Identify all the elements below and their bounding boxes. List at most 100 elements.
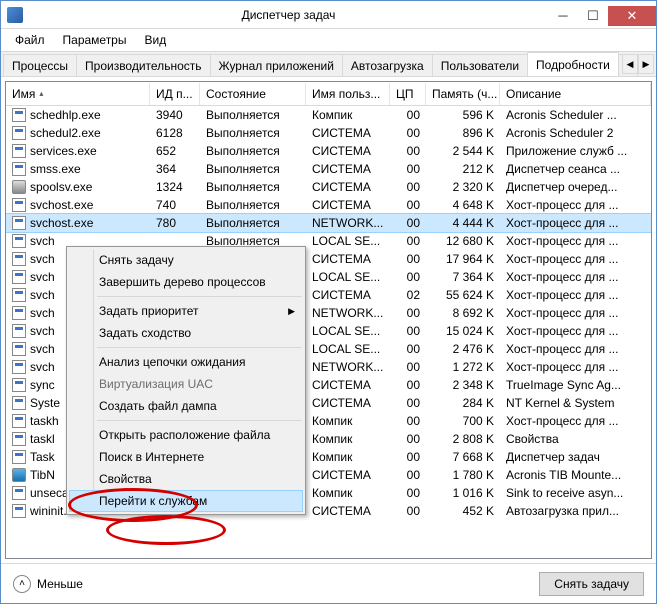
window-buttons: ─ ☐ ✕ (548, 4, 656, 26)
table-row[interactable]: svchost.exe780ВыполняетсяNETWORK...004 4… (6, 214, 651, 232)
cell-mem: 284 K (426, 395, 500, 411)
process-icon (12, 144, 26, 158)
table-row[interactable]: schedhlp.exe3940ВыполняетсяКомпик00596 K… (6, 106, 651, 124)
cell-user: NETWORK... (306, 305, 390, 321)
col-mem[interactable]: Память (ч... (426, 83, 500, 105)
cell-cpu: 00 (390, 449, 426, 465)
tab-processes[interactable]: Процессы (3, 54, 77, 76)
cell-mem: 896 K (426, 125, 500, 141)
table-row[interactable]: spoolsv.exe1324ВыполняетсяСИСТЕМА002 320… (6, 178, 651, 196)
cell-cpu: 00 (390, 503, 426, 519)
cell-desc: Диспетчер очеред... (500, 179, 651, 195)
tab-startup[interactable]: Автозагрузка (342, 54, 433, 76)
menu-file[interactable]: Файл (7, 31, 53, 49)
col-cpu[interactable]: ЦП (390, 83, 426, 105)
cell-user: СИСТЕМА (306, 377, 390, 393)
process-icon (12, 360, 26, 374)
cell-user: СИСТЕМА (306, 143, 390, 159)
cell-status: Выполняется (200, 215, 306, 231)
process-icon (12, 324, 26, 338)
maximize-button[interactable]: ☐ (578, 6, 608, 26)
process-icon (12, 306, 26, 320)
col-name[interactable]: Имя▴ (6, 83, 150, 105)
cell-cpu: 00 (390, 467, 426, 483)
cell-desc: Хост-процесс для ... (500, 269, 651, 285)
ctx-affinity[interactable]: Задать сходство (69, 322, 303, 344)
cell-cpu: 00 (390, 413, 426, 429)
cell-desc: Acronis Scheduler 2 (500, 125, 651, 141)
ctx-open-location[interactable]: Открыть расположение файла (69, 424, 303, 446)
table-row[interactable]: smss.exe364ВыполняетсяСИСТЕМА00212 KДисп… (6, 160, 651, 178)
cell-desc: Хост-процесс для ... (500, 251, 651, 267)
menu-params[interactable]: Параметры (55, 31, 135, 49)
cell-mem: 4 648 K (426, 197, 500, 213)
menu-sep (97, 420, 302, 421)
ctx-end-task[interactable]: Снять задачу (69, 249, 303, 271)
tab-details[interactable]: Подробности (527, 52, 619, 76)
process-icon (12, 342, 26, 356)
less-toggle[interactable]: ˄ Меньше (13, 575, 83, 593)
menu-view[interactable]: Вид (136, 31, 174, 49)
tab-nav-left[interactable]: ◀ (622, 54, 638, 74)
minimize-button[interactable]: ─ (548, 6, 578, 26)
sort-asc-icon: ▴ (39, 89, 43, 98)
process-icon (12, 108, 26, 122)
ctx-priority[interactable]: Задать приоритет▶ (69, 300, 303, 322)
cell-mem: 17 964 K (426, 251, 500, 267)
menubar: Файл Параметры Вид (1, 29, 656, 51)
end-task-button[interactable]: Снять задачу (539, 572, 644, 596)
col-desc[interactable]: Описание (500, 83, 651, 105)
cell-user: СИСТЕМА (306, 179, 390, 195)
close-button[interactable]: ✕ (608, 6, 656, 26)
table-row[interactable]: services.exe652ВыполняетсяСИСТЕМА002 544… (6, 142, 651, 160)
ctx-uac: Виртуализация UAC (69, 373, 303, 395)
cell-mem: 700 K (426, 413, 500, 429)
table-row[interactable]: svchost.exe740ВыполняетсяСИСТЕМА004 648 … (6, 196, 651, 214)
bottom-bar: ˄ Меньше Снять задачу (1, 563, 656, 603)
cell-desc: Диспетчер сеанса ... (500, 161, 651, 177)
context-menu: Снять задачу Завершить дерево процессов … (66, 246, 306, 515)
cell-desc: Хост-процесс для ... (500, 287, 651, 303)
cell-mem: 2 320 K (426, 179, 500, 195)
cell-desc: Acronis TIB Mounte... (500, 467, 651, 483)
cell-user: СИСТЕМА (306, 251, 390, 267)
process-icon (12, 252, 26, 266)
less-label: Меньше (37, 577, 83, 591)
col-status[interactable]: Состояние (200, 83, 306, 105)
col-pid[interactable]: ИД п... (150, 83, 200, 105)
ctx-properties[interactable]: Свойства (69, 468, 303, 490)
cell-desc: Хост-процесс для ... (500, 305, 651, 321)
ctx-search[interactable]: Поиск в Интернете (69, 446, 303, 468)
chevron-up-icon: ˄ (13, 575, 31, 593)
cell-mem: 4 444 K (426, 215, 500, 231)
col-user[interactable]: Имя польз... (306, 83, 390, 105)
process-icon (12, 414, 26, 428)
cell-desc: Хост-процесс для ... (500, 323, 651, 339)
ctx-end-tree[interactable]: Завершить дерево процессов (69, 271, 303, 293)
cell-user: СИСТЕМА (306, 287, 390, 303)
cell-user: NETWORK... (306, 359, 390, 375)
tab-apphistory[interactable]: Журнал приложений (210, 54, 343, 76)
cell-cpu: 00 (390, 323, 426, 339)
tab-performance[interactable]: Производительность (76, 54, 210, 76)
ctx-dump[interactable]: Создать файл дампа (69, 395, 303, 417)
cell-name: schedul2.exe (6, 125, 150, 141)
tab-nav-right[interactable]: ▶ (638, 54, 654, 74)
cell-mem: 596 K (426, 107, 500, 123)
cell-status: Выполняется (200, 197, 306, 213)
cell-user: СИСТЕМА (306, 503, 390, 519)
tab-users[interactable]: Пользователи (432, 54, 528, 76)
cell-mem: 1 780 K (426, 467, 500, 483)
cell-cpu: 00 (390, 431, 426, 447)
table-row[interactable]: schedul2.exe6128ВыполняетсяСИСТЕМА00896 … (6, 124, 651, 142)
ctx-wait-chain[interactable]: Анализ цепочки ожидания (69, 351, 303, 373)
cell-cpu: 00 (390, 269, 426, 285)
cell-cpu: 00 (390, 179, 426, 195)
ctx-goto-services[interactable]: Перейти к службам (69, 490, 303, 512)
cell-user: LOCAL SE... (306, 341, 390, 357)
cell-mem: 8 692 K (426, 305, 500, 321)
cell-cpu: 00 (390, 485, 426, 501)
cell-mem: 2 348 K (426, 377, 500, 393)
window-title: Диспетчер задач (29, 8, 548, 22)
cell-name: smss.exe (6, 161, 150, 177)
